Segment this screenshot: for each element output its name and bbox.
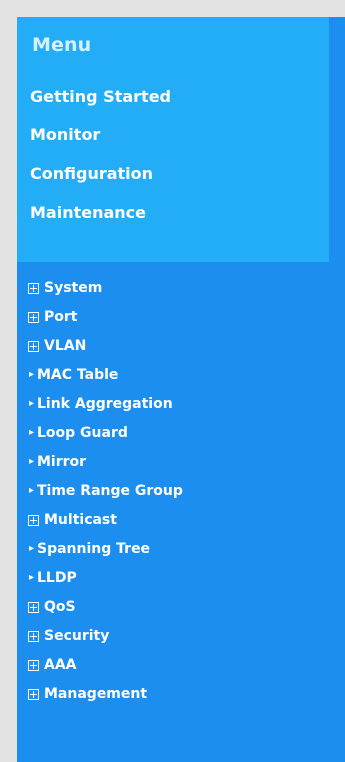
tree-item-lldp[interactable]: ▸ LLDP [17,570,317,592]
tree-item-label: Mirror [37,454,87,470]
tree-item-security[interactable]: Security [17,628,317,650]
maintenance-link[interactable]: Maintenance [30,203,146,222]
plus-box-icon [28,631,39,642]
tree-item-mirror[interactable]: ▸ Mirror [17,454,317,476]
tree-item-loop-guard[interactable]: ▸ Loop Guard [17,425,317,447]
tree-item-multicast[interactable]: Multicast [17,512,317,534]
tree-item-label: Security [44,628,110,644]
right-edge-strip [329,17,345,762]
tree-item-label: Time Range Group [37,483,183,499]
plus-box-icon [28,283,39,294]
menu-title: Menu [32,34,92,56]
tree-item-time-range-group[interactable]: ▸ Time Range Group [17,483,317,505]
tree-item-label: VLAN [44,338,87,354]
tree-item-label: MAC Table [37,367,119,383]
tree-item-label: LLDP [37,570,77,586]
monitor-link[interactable]: Monitor [30,125,100,144]
tree-item-system[interactable]: System [17,280,317,302]
menu-frame: Menu Getting Started Monitor Configurati… [17,17,345,762]
navigation-tree: System Port VLAN ▸ MAC Table ▸ Link Aggr… [17,262,329,762]
tree-item-mac-table[interactable]: ▸ MAC Table [17,367,317,389]
tree-item-vlan[interactable]: VLAN [17,338,317,360]
getting-started-link[interactable]: Getting Started [30,87,171,106]
tree-item-aaa[interactable]: AAA [17,657,317,679]
arrow-icon: ▸ [29,572,35,583]
tree-item-label: AAA [44,657,77,673]
arrow-icon: ▸ [29,485,35,496]
configuration-link[interactable]: Configuration [30,164,153,183]
tree-item-port[interactable]: Port [17,309,317,331]
top-menu-panel: Menu Getting Started Monitor Configurati… [17,17,329,262]
arrow-icon: ▸ [29,398,35,409]
tree-item-label: QoS [44,599,76,615]
tree-item-label: Management [44,686,148,702]
tree-item-label: System [44,280,103,296]
tree-item-label: Port [44,309,78,325]
tree-item-link-aggregation[interactable]: ▸ Link Aggregation [17,396,317,418]
tree-item-label: Loop Guard [37,425,128,441]
plus-box-icon [28,341,39,352]
plus-box-icon [28,515,39,526]
tree-item-label: Link Aggregation [37,396,173,412]
arrow-icon: ▸ [29,456,35,467]
plus-box-icon [28,602,39,613]
arrow-icon: ▸ [29,369,35,380]
arrow-icon: ▸ [29,427,35,438]
plus-box-icon [28,689,39,700]
tree-item-qos[interactable]: QoS [17,599,317,621]
plus-box-icon [28,312,39,323]
tree-item-spanning-tree[interactable]: ▸ Spanning Tree [17,541,317,563]
tree-item-management[interactable]: Management [17,686,317,708]
tree-item-label: Multicast [44,512,117,528]
plus-box-icon [28,660,39,671]
tree-item-label: Spanning Tree [37,541,151,557]
arrow-icon: ▸ [29,543,35,554]
